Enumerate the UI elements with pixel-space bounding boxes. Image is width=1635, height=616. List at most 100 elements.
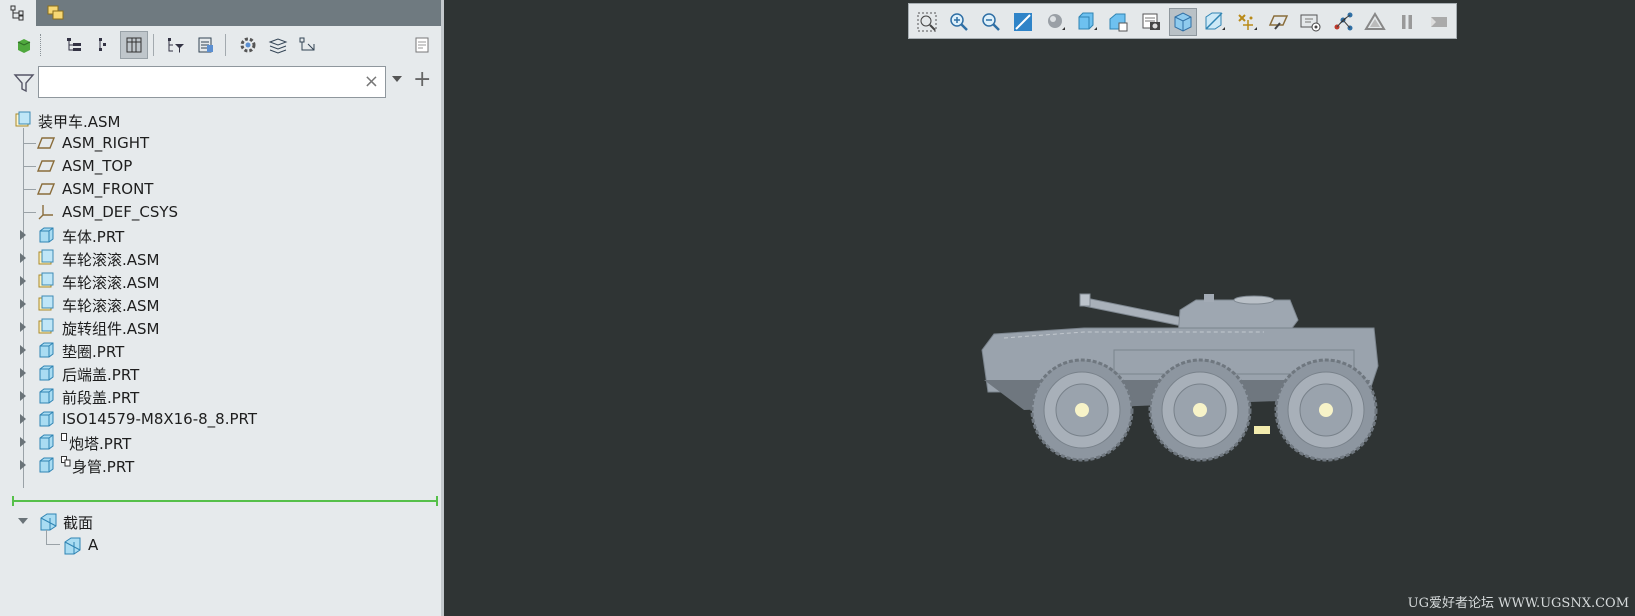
tree-item-label: 炮塔.PRT bbox=[69, 435, 132, 453]
pause-button[interactable] bbox=[1393, 8, 1421, 36]
section-view-button[interactable] bbox=[1201, 8, 1229, 36]
tree-item-label: ASM_RIGHT bbox=[62, 134, 150, 152]
assembly-icon bbox=[15, 111, 31, 127]
expand-arrow-icon[interactable] bbox=[20, 253, 26, 263]
armored-vehicle-model[interactable] bbox=[964, 290, 1384, 490]
zoom-in-icon bbox=[950, 13, 968, 31]
assembly-icon bbox=[38, 249, 54, 265]
exit-button[interactable] bbox=[1425, 8, 1453, 36]
collapse-arrow-icon[interactable] bbox=[18, 518, 28, 524]
zoom-fit-button[interactable] bbox=[913, 8, 941, 36]
zoom-out-button[interactable] bbox=[977, 8, 1005, 36]
tree-item-barrel[interactable]: 身管.PRT bbox=[0, 453, 440, 477]
expand-arrow-icon[interactable] bbox=[20, 460, 26, 470]
saved-orientations-button[interactable] bbox=[1073, 8, 1101, 36]
tree-item-washer[interactable]: 垫圈.PRT bbox=[0, 338, 440, 362]
repaint-button[interactable] bbox=[1009, 8, 1037, 36]
graphics-window[interactable]: UG爱好者论坛 WWW.UGSNX.COM bbox=[444, 0, 1635, 616]
annotation-display-button[interactable] bbox=[1265, 8, 1293, 36]
annotation-icon bbox=[1268, 15, 1289, 30]
display-style-icon bbox=[1048, 14, 1065, 30]
tree-item-wheel-asm-2[interactable]: 车轮滚滚.ASM bbox=[0, 269, 440, 293]
options-button[interactable] bbox=[234, 31, 262, 59]
tree-item-rear-cover[interactable]: 后端盖.PRT bbox=[0, 361, 440, 385]
zoom-in-button[interactable] bbox=[945, 8, 973, 36]
display-style-button[interactable] bbox=[1041, 8, 1069, 36]
tree-item-wheel-asm-3[interactable]: 车轮滚滚.ASM bbox=[0, 292, 440, 316]
part-icon bbox=[39, 388, 54, 404]
tree-item-iso-bolt[interactable]: ISO14579-M8X16-8_8.PRT bbox=[0, 407, 440, 431]
model-tree-icon bbox=[10, 5, 24, 21]
watermark-text: UG爱好者论坛 WWW.UGSNX.COM bbox=[1407, 596, 1629, 611]
gear-icon bbox=[240, 37, 256, 53]
model-tree-tab[interactable] bbox=[0, 0, 36, 26]
notes-button[interactable] bbox=[408, 31, 436, 59]
filter-icon[interactable] bbox=[13, 72, 35, 98]
tree-section-a[interactable]: A bbox=[0, 533, 440, 557]
expand-arrow-icon[interactable] bbox=[20, 414, 26, 424]
settings-button[interactable] bbox=[10, 31, 38, 59]
tree-item-label: ASM_TOP bbox=[62, 157, 133, 175]
tree-item-asm-front[interactable]: ASM_FRONT bbox=[0, 177, 440, 201]
pause-icon bbox=[1402, 15, 1412, 29]
expand-arrow-icon[interactable] bbox=[20, 276, 26, 286]
expand-button[interactable] bbox=[88, 31, 116, 59]
tree-item-asm-right[interactable]: ASM_RIGHT bbox=[0, 131, 440, 155]
part-icon bbox=[39, 457, 54, 473]
expand-arrow-icon[interactable] bbox=[20, 322, 26, 332]
expand-arrow-icon[interactable] bbox=[20, 345, 26, 355]
perspective-button[interactable] bbox=[1169, 8, 1197, 36]
connect-button[interactable] bbox=[1329, 8, 1357, 36]
tree-item-asm-top[interactable]: ASM_TOP bbox=[0, 154, 440, 178]
assembly-icon bbox=[38, 295, 54, 311]
expand-arrow-icon[interactable] bbox=[20, 299, 26, 309]
tree-item-label: 车轮滚滚.ASM bbox=[62, 251, 160, 269]
tree-sections[interactable]: 截面 bbox=[0, 509, 440, 533]
view-manager-button[interactable] bbox=[1137, 8, 1165, 36]
tree-columns-icon bbox=[67, 38, 81, 51]
show-columns-button[interactable] bbox=[120, 31, 148, 59]
datum-plane-icon bbox=[37, 137, 55, 149]
tree-item-car-body[interactable]: 车体.PRT bbox=[0, 223, 440, 247]
appearance-button[interactable] bbox=[1361, 8, 1389, 36]
clear-search-icon[interactable]: × bbox=[364, 71, 379, 92]
wheel-2 bbox=[1148, 358, 1252, 462]
expand-arrow-icon[interactable] bbox=[20, 368, 26, 378]
part-icon bbox=[39, 342, 54, 358]
references-button[interactable] bbox=[294, 31, 322, 59]
section-view-icon bbox=[1205, 12, 1225, 30]
spin-center-button[interactable] bbox=[1297, 8, 1325, 36]
layers-tab[interactable] bbox=[38, 0, 74, 26]
tree-columns-button[interactable] bbox=[60, 31, 88, 59]
tree-item-asm-def-csys[interactable]: ASM_DEF_CSYS bbox=[0, 200, 440, 224]
connect-nodes-icon bbox=[1334, 12, 1353, 31]
add-filter-icon[interactable]: + bbox=[413, 67, 431, 92]
notes-icon bbox=[415, 37, 429, 53]
datum-display-button[interactable] bbox=[1233, 8, 1261, 36]
tree-root[interactable]: 装甲车.ASM bbox=[0, 108, 440, 132]
tree-item-rotation-asm[interactable]: 旋转组件.ASM bbox=[0, 315, 440, 339]
tree-item-label: 后端盖.PRT bbox=[62, 366, 140, 384]
insert-here-marker[interactable] bbox=[14, 500, 438, 502]
search-input[interactable] bbox=[45, 67, 349, 97]
section-item-label: A bbox=[88, 536, 99, 554]
layers-button[interactable] bbox=[264, 31, 292, 59]
part-icon bbox=[39, 227, 54, 243]
search-dropdown-icon[interactable] bbox=[392, 76, 402, 82]
model-tree-panel: × + 装甲车.ASM ASM_RIGHT ASM_TOP ASM_FRONT bbox=[0, 0, 444, 616]
view-toolbar bbox=[908, 3, 1457, 39]
zoom-out-icon bbox=[982, 13, 1000, 31]
tree-item-turret[interactable]: 炮塔.PRT bbox=[0, 430, 440, 454]
expand-icon bbox=[99, 38, 106, 51]
zoom-fit-icon bbox=[917, 12, 937, 32]
expand-arrow-icon[interactable] bbox=[20, 230, 26, 240]
tree-settings-button[interactable] bbox=[192, 31, 220, 59]
expand-arrow-icon[interactable] bbox=[20, 437, 26, 447]
sections-label: 截面 bbox=[63, 514, 94, 532]
tree-item-wheel-asm-1[interactable]: 车轮滚滚.ASM bbox=[0, 246, 440, 270]
named-views-button[interactable] bbox=[1105, 8, 1133, 36]
tree-item-front-cover[interactable]: 前段盖.PRT bbox=[0, 384, 440, 408]
filter-tree-button[interactable] bbox=[162, 31, 190, 59]
assembly-icon bbox=[38, 272, 54, 288]
expand-arrow-icon[interactable] bbox=[20, 391, 26, 401]
